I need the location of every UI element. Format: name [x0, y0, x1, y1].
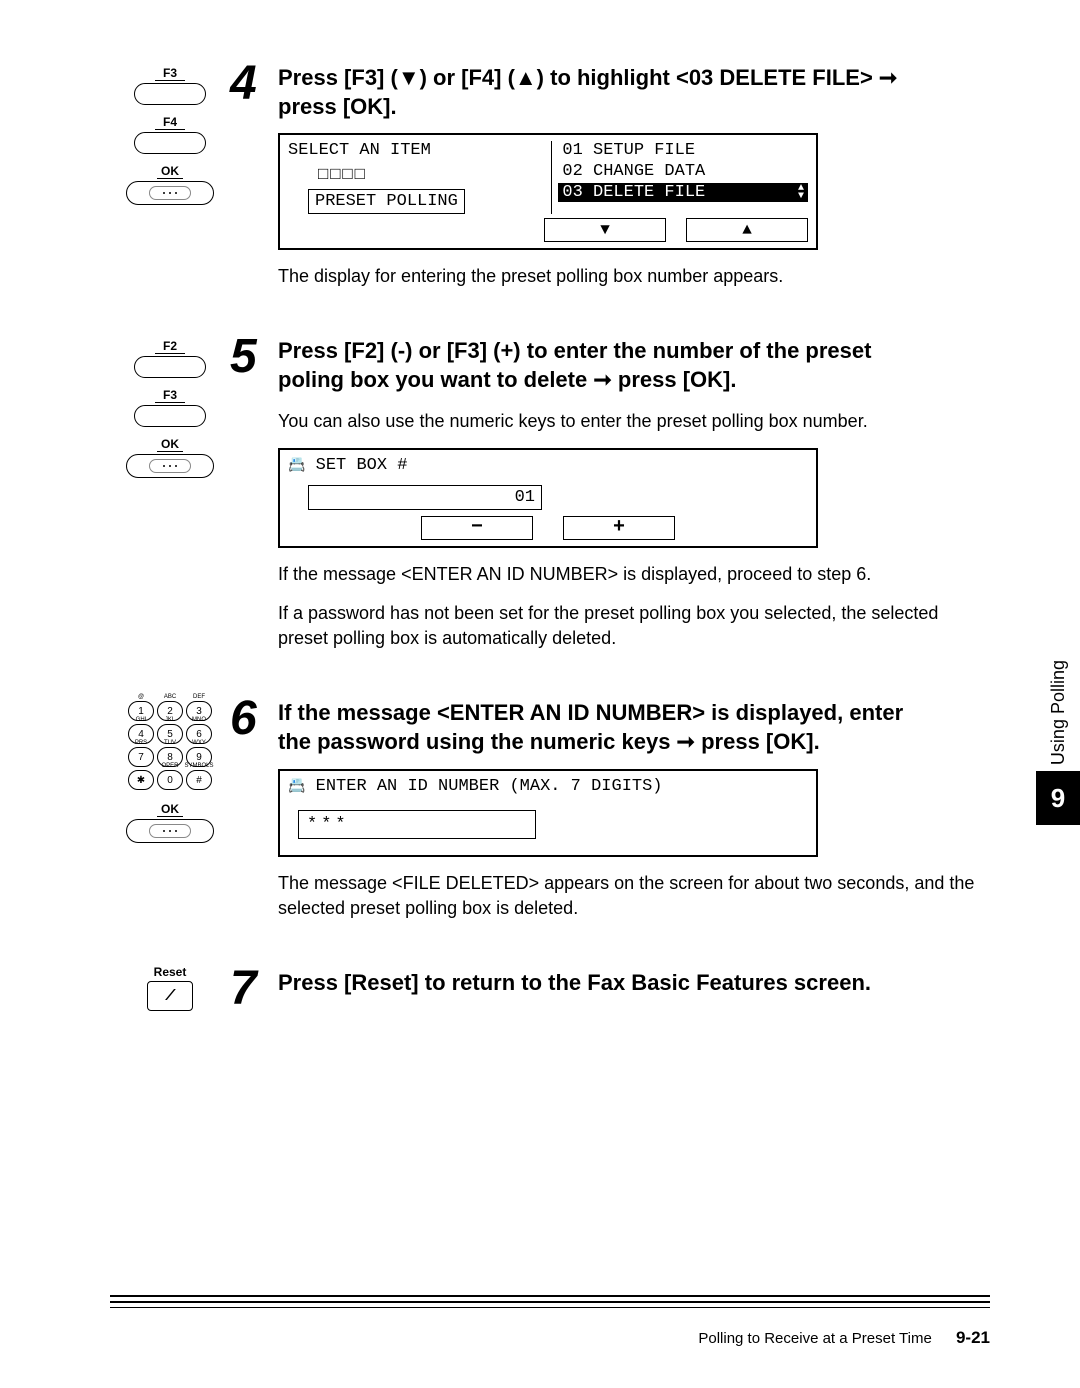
step5-keys: F2 F3 OK — [110, 333, 230, 486]
np-0: OPER0 — [157, 770, 183, 790]
np-hash: SYMBOLS# — [186, 770, 212, 790]
lcd5-title: SET BOX # — [316, 456, 408, 475]
step4-caption: The display for entering the preset poll… — [278, 264, 990, 289]
step4-keys: F3 F4 OK — [110, 60, 230, 213]
f3-label: F3 — [155, 66, 185, 81]
lcd6-value: *** — [298, 810, 536, 839]
side-tab: Using Polling 9 — [1036, 660, 1080, 825]
step5-heading-b: poling box you want to delete ➞ press [O… — [278, 367, 736, 392]
footer-page: 9-21 — [956, 1328, 990, 1347]
step5-heading-a: Press [F2] (-) or [F3] (+) to enter the … — [278, 338, 871, 363]
step-5: F2 F3 OK 5 Press [F2] (-) or [F3] (+) to… — [110, 333, 990, 665]
step5-post-a: If the message <ENTER AN ID NUMBER> is d… — [278, 562, 990, 587]
side-tab-num: 9 — [1036, 771, 1080, 825]
step6-number: 6 — [230, 695, 268, 743]
step5-pre: You can also use the numeric keys to ent… — [278, 409, 990, 434]
updown-icon: ▲▼ — [798, 185, 804, 201]
step4-number: 4 — [230, 60, 268, 108]
step6-heading-b: the password using the numeric keys ➞ pr… — [278, 729, 820, 754]
lcd4-squares: □□□□ — [318, 166, 538, 185]
step6-post: The message <FILE DELETED> appears on th… — [278, 871, 990, 921]
lcd5-minus: − — [421, 516, 533, 540]
lcd4-item3-text: 03 DELETE FILE — [562, 183, 705, 202]
step-7: Reset ⁄⁄ 7 Press [Reset] to return to th… — [110, 965, 990, 1025]
reset-icon: ⁄⁄ — [169, 987, 170, 1005]
lcd4-item2: 02 CHANGE DATA — [558, 162, 808, 181]
numpad: @1 ABC2 DEF3 GHI4 JKL5 MNO6 PRS7 TUV8 WX… — [128, 701, 212, 790]
step5-heading: Press [F2] (-) or [F3] (+) to enter the … — [278, 333, 871, 394]
f3-key-5 — [134, 405, 206, 427]
step-4: F3 F4 OK 4 Press [F3] (▼) or [F4] (▲) to… — [110, 60, 990, 303]
reset-label: Reset — [110, 965, 230, 979]
ok-label: OK — [157, 164, 183, 179]
f2-label: F2 — [155, 339, 185, 354]
step7-heading: Press [Reset] to return to the Fax Basic… — [278, 965, 871, 998]
lcd4-preset: PRESET POLLING — [308, 189, 465, 214]
f4-label: F4 — [155, 115, 185, 130]
step6-heading: If the message <ENTER AN ID NUMBER> is d… — [278, 695, 903, 756]
lcd4-item3: 03 DELETE FILE ▲▼ — [558, 183, 808, 202]
lcd4-arrow-down: ▼ — [544, 218, 666, 242]
np-7: PRS7 — [128, 747, 154, 767]
step4-heading: Press [F3] (▼) or [F4] (▲) to highlight … — [278, 60, 897, 121]
lcd4-item1: 01 SETUP FILE — [558, 141, 808, 160]
lcd-step4: SELECT AN ITEM □□□□ PRESET POLLING 01 SE… — [278, 133, 818, 250]
ok-label-6: OK — [157, 802, 183, 817]
lcd6-title: ENTER AN ID NUMBER (MAX. 7 DIGITS) — [316, 777, 663, 796]
ok-label-5: OK — [157, 437, 183, 452]
side-tab-text: Using Polling — [1048, 660, 1069, 765]
footer-title: Polling to Receive at a Preset Time — [698, 1330, 931, 1347]
step5-post-b: If a password has not been set for the p… — [278, 601, 990, 651]
ok-key — [126, 181, 214, 205]
lcd5-icon: 📇 — [288, 458, 305, 474]
lcd4-arrow-up: ▲ — [686, 218, 808, 242]
f2-key — [134, 356, 206, 378]
np-star: ✱ — [128, 770, 154, 790]
step4-heading-b: press [OK]. — [278, 94, 397, 119]
ok-key-5 — [126, 454, 214, 478]
step6-keys: @1 ABC2 DEF3 GHI4 JKL5 MNO6 PRS7 TUV8 WX… — [110, 695, 230, 851]
lcd-step6: 📇 ENTER AN ID NUMBER (MAX. 7 DIGITS) *** — [278, 769, 818, 857]
step6-heading-a: If the message <ENTER AN ID NUMBER> is d… — [278, 700, 903, 725]
step7-number: 7 — [230, 965, 268, 1013]
lcd5-plus: + — [563, 516, 675, 540]
f3-label-5: F3 — [155, 388, 185, 403]
lcd4-select: SELECT AN ITEM — [288, 141, 538, 160]
step5-number: 5 — [230, 333, 268, 381]
lcd6-icon: 📇 — [288, 779, 305, 795]
ok-key-6 — [126, 819, 214, 843]
f3-key — [134, 83, 206, 105]
reset-key: ⁄⁄ — [147, 981, 193, 1011]
f4-key — [134, 132, 206, 154]
footer: Polling to Receive at a Preset Time 9-21 — [110, 1295, 990, 1348]
step4-heading-a: Press [F3] (▼) or [F4] (▲) to highlight … — [278, 65, 897, 90]
step-6: @1 ABC2 DEF3 GHI4 JKL5 MNO6 PRS7 TUV8 WX… — [110, 695, 990, 935]
lcd5-value: 01 — [308, 485, 542, 510]
lcd-step5: 📇 SET BOX # 01 − + — [278, 448, 818, 548]
step7-keys: Reset ⁄⁄ — [110, 965, 230, 1011]
